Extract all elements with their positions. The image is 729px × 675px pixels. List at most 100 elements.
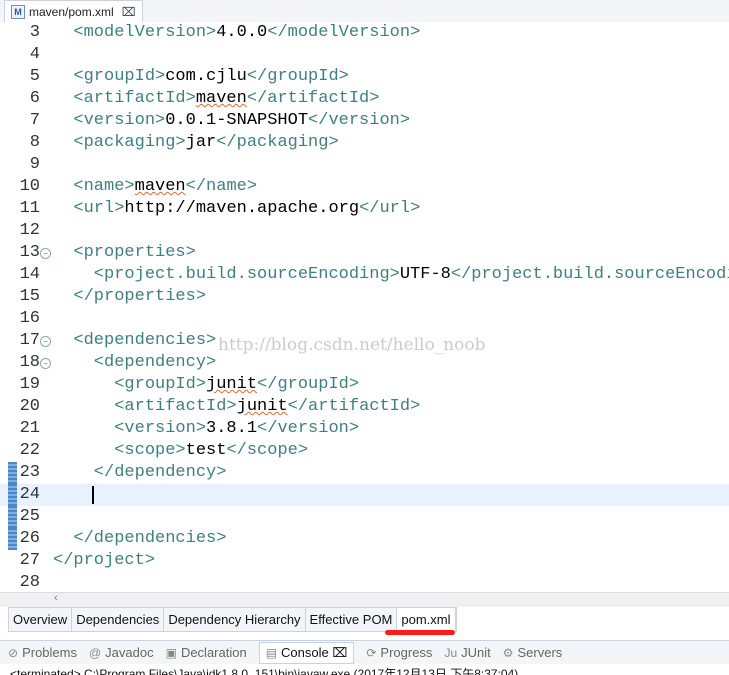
xml-tag: <groupId> xyxy=(53,67,166,86)
xml-value: test xyxy=(185,441,227,460)
code-text: <scope>test</scope> xyxy=(53,440,308,462)
code-text: </project> xyxy=(53,550,155,572)
code-line[interactable]: 14 <project.build.sourceEncoding>UTF-8</… xyxy=(0,264,729,286)
code-line[interactable]: 11 <url>http://maven.apache.org</url> xyxy=(0,198,729,220)
code-line[interactable]: 17− <dependencies> xyxy=(0,330,729,352)
view-tab-label: Declaration xyxy=(180,645,247,660)
fold-toggle-icon[interactable]: − xyxy=(40,336,51,347)
view-tab-bar: ⊘ Problems @ Javadoc ▣ Declaration ▤ Console ⌧ ⟳… xyxy=(0,640,729,664)
view-tab-servers[interactable]: ⚙ Servers xyxy=(503,645,563,660)
line-number: 16 xyxy=(19,309,40,328)
tab-dependency-hierarchy[interactable]: Dependency Hierarchy xyxy=(164,608,306,631)
view-tab-progress[interactable]: ⟳ Progress xyxy=(366,645,432,660)
servers-icon: ⚙ xyxy=(502,645,514,660)
xml-tag: <dependency> xyxy=(53,353,217,372)
tab-pom-xml[interactable]: pom.xml xyxy=(397,608,456,631)
close-icon[interactable]: ⌧ xyxy=(122,5,136,19)
xml-value: 0.0.1-SNAPSHOT xyxy=(165,111,309,130)
fold-toggle-icon[interactable]: − xyxy=(40,358,51,369)
scroll-left-icon[interactable]: ‹ xyxy=(54,592,58,604)
xml-tag: <project.build.sourceEncoding> xyxy=(53,265,400,284)
view-tab-label: Console ⌧ xyxy=(281,644,348,660)
editor-tab-pom[interactable]: M maven/pom.xml ⌧ xyxy=(4,0,143,23)
code-text: <url>http://maven.apache.org</url> xyxy=(53,198,420,220)
line-number: 18 xyxy=(19,353,40,372)
console-icon: ▤ xyxy=(265,645,278,660)
code-line[interactable]: 16 xyxy=(0,308,729,330)
horizontal-scrollbar[interactable]: ‹ xyxy=(0,592,729,607)
line-number: 8 xyxy=(29,133,40,152)
xml-tag: </project> xyxy=(53,551,156,570)
xml-tag: <groupId> xyxy=(53,375,207,394)
xml-tag: </version> xyxy=(308,111,411,130)
xml-value: junit xyxy=(236,397,288,416)
code-text: <groupId>com.cjlu</groupId> xyxy=(53,66,348,88)
code-line[interactable]: 25 xyxy=(0,506,729,528)
tab-overview[interactable]: Overview xyxy=(9,608,73,631)
code-line[interactable]: 8 <packaging>jar</packaging> xyxy=(0,132,729,154)
view-tab-label: Javadoc xyxy=(105,645,154,660)
code-line[interactable]: 4 xyxy=(0,44,729,66)
code-text: <properties> xyxy=(53,242,195,264)
code-line[interactable]: 9 xyxy=(0,154,729,176)
fold-toggle-icon[interactable]: − xyxy=(40,248,51,259)
view-tab-console[interactable]: ▤ Console ⌧ xyxy=(258,641,355,664)
xml-tag: </properties> xyxy=(53,287,207,306)
tab-dependencies[interactable]: Dependencies xyxy=(72,608,165,631)
line-number: 17 xyxy=(19,331,40,350)
xml-tag: </packaging> xyxy=(216,133,339,152)
code-text: <packaging>jar</packaging> xyxy=(53,132,339,154)
code-line[interactable]: 5 <groupId>com.cjlu</groupId> xyxy=(0,66,729,88)
code-line[interactable]: 3 <modelVersion>4.0.0</modelVersion> xyxy=(0,22,729,44)
xml-tag: <dependencies> xyxy=(53,331,217,350)
xml-value: 4.0.0 xyxy=(216,23,268,42)
line-number: 7 xyxy=(29,111,40,130)
code-line[interactable]: 26 </dependencies> xyxy=(0,528,729,550)
xml-tag: <modelVersion> xyxy=(53,23,217,42)
line-number: 24 xyxy=(19,485,40,504)
code-line[interactable]: 23 </dependency> xyxy=(0,462,729,484)
code-line[interactable]: 13− <properties> xyxy=(0,242,729,264)
line-number: 27 xyxy=(19,551,40,570)
xml-value: com.cjlu xyxy=(165,67,247,86)
code-line[interactable]: 28 xyxy=(0,572,729,594)
code-text: <dependency> xyxy=(53,352,216,374)
line-number: 28 xyxy=(19,573,40,592)
code-text: <version>3.8.1</version> xyxy=(53,418,359,440)
xml-editor[interactable]: http://blog.csdn.net/hello_noob 3 <model… xyxy=(0,22,729,594)
line-number: 10 xyxy=(19,177,40,196)
line-number: 5 xyxy=(29,67,40,86)
code-line[interactable]: 27 </project> xyxy=(0,550,729,572)
xml-value: http://maven.apache.org xyxy=(124,199,360,218)
xml-tag: </artifactId> xyxy=(246,89,380,108)
code-line[interactable]: 21 <version>3.8.1</version> xyxy=(0,418,729,440)
line-number: 23 xyxy=(19,463,40,482)
view-tab-problems[interactable]: ⊘ Problems xyxy=(8,645,77,660)
code-line[interactable]: 22 <scope>test</scope> xyxy=(0,440,729,462)
code-line[interactable]: 6 <artifactId>maven</artifactId> xyxy=(0,88,729,110)
line-number: 26 xyxy=(19,529,40,548)
tab-effective-pom[interactable]: Effective POM xyxy=(306,608,398,631)
view-tab-declaration[interactable]: ▣ Declaration xyxy=(166,645,247,660)
code-line[interactable]: 10 <name>maven</name> xyxy=(0,176,729,198)
code-line[interactable]: 18− <dependency> xyxy=(0,352,729,374)
xml-tag: </url> xyxy=(359,199,421,218)
xml-tag: <version> xyxy=(53,111,166,130)
view-tab-javadoc[interactable]: @ Javadoc xyxy=(89,645,154,660)
line-number: 6 xyxy=(29,89,40,108)
code-line[interactable]: 7 <version>0.0.1-SNAPSHOT</version> xyxy=(0,110,729,132)
editor-tab-bar: M maven/pom.xml ⌧ xyxy=(0,0,729,23)
code-line[interactable]: 19 <groupId>junit</groupId> xyxy=(0,374,729,396)
code-text: </properties> xyxy=(53,286,206,308)
code-line[interactable]: 20 <artifactId>junit</artifactId> xyxy=(0,396,729,418)
xml-tag: </dependencies> xyxy=(53,529,227,548)
line-number: 22 xyxy=(19,441,40,460)
code-line[interactable]: 24 xyxy=(0,484,729,506)
line-number: 3 xyxy=(29,23,40,42)
view-tab-label: Servers xyxy=(517,645,563,660)
code-line[interactable]: 15 </properties> xyxy=(0,286,729,308)
line-number: 9 xyxy=(29,155,40,174)
view-tab-junit[interactable]: Ju JUnit xyxy=(444,645,490,660)
code-line[interactable]: 12 xyxy=(0,220,729,242)
xml-tag: <artifactId> xyxy=(53,89,196,108)
